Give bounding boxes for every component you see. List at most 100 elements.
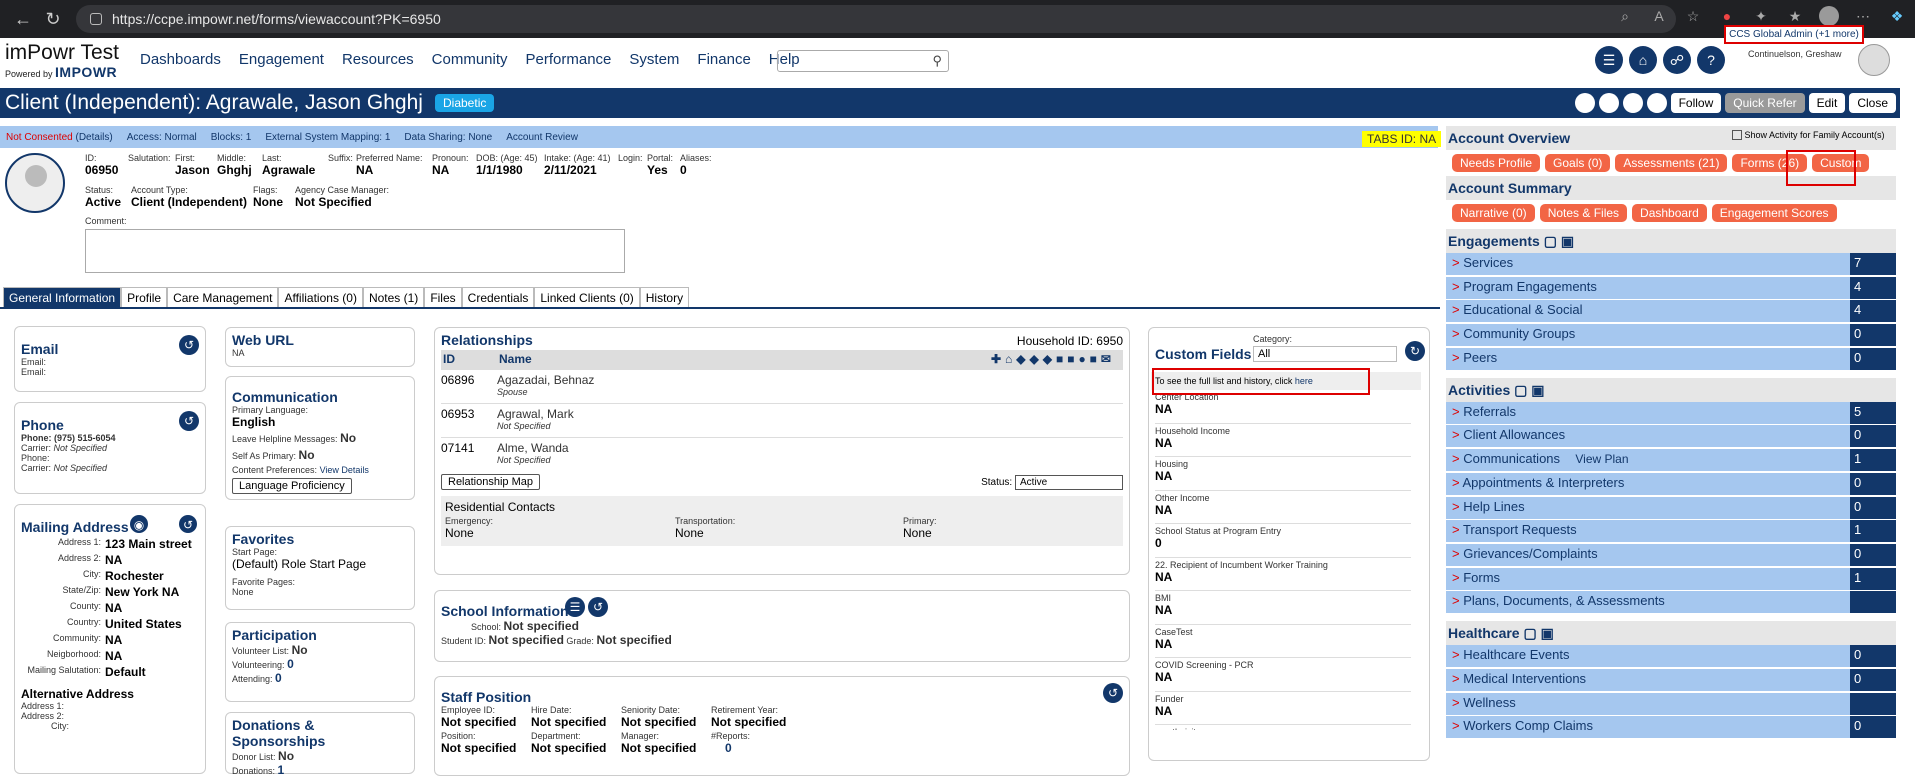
mapping-link[interactable]: External System Mapping: 1	[265, 132, 390, 143]
list-item[interactable]: Workers Comp Claims0	[1446, 716, 1896, 739]
diabetic-badge[interactable]: Diabetic	[435, 94, 495, 112]
list-item[interactable]: Transport Requests1	[1446, 520, 1896, 543]
pill-engagement-scores[interactable]: Engagement Scores	[1711, 204, 1837, 222]
list-item-label[interactable]: Referrals	[1446, 402, 1850, 424]
list-item[interactable]: Forms1	[1446, 567, 1896, 590]
expand-icon[interactable]: ▢	[1544, 233, 1557, 249]
list-item-label[interactable]: Healthcare Events	[1446, 645, 1850, 667]
client-avatar[interactable]	[5, 153, 65, 213]
list-item-label[interactable]: Community Groups	[1446, 324, 1850, 346]
expand-icon[interactable]: ▢	[1523, 625, 1536, 641]
read-aloud-icon[interactable]: A	[1649, 6, 1669, 26]
attending-value[interactable]: 0	[275, 671, 282, 685]
tab-history[interactable]: History	[639, 287, 690, 309]
tab-profile[interactable]: Profile	[121, 287, 168, 309]
edit-button[interactable]: Edit	[1808, 93, 1846, 113]
rel-name[interactable]: Alme, Wanda	[497, 441, 569, 455]
rel-action-icons[interactable]: ✚⌂◆◆◆■■●■✉	[991, 352, 1115, 366]
share-icon[interactable]: ☍	[1663, 46, 1691, 74]
menu-system[interactable]: System	[629, 51, 679, 68]
rel-status-select[interactable]: Active	[1015, 474, 1123, 490]
list-item[interactable]: Community Groups0	[1446, 324, 1896, 347]
blocks-link[interactable]: Blocks: 1	[211, 132, 252, 143]
list-icon[interactable]: ☰	[1595, 46, 1623, 74]
volunteering-value[interactable]: 0	[287, 657, 294, 671]
close-button[interactable]: Close	[1849, 93, 1896, 113]
list-item[interactable]: Help Lines0	[1446, 496, 1896, 519]
list-item-label[interactable]: Grievances/Complaints	[1446, 544, 1850, 566]
list-item-label[interactable]: Plans, Documents, & Assessments	[1446, 591, 1850, 613]
follow-button[interactable]: Follow	[1670, 93, 1722, 113]
expand-icon[interactable]: ▢	[1514, 382, 1527, 398]
rel-name[interactable]: Agazadai, Behnaz	[497, 373, 594, 387]
back-icon[interactable]: ←	[8, 9, 38, 30]
user-avatar[interactable]	[1858, 44, 1890, 76]
list-item-label[interactable]: Services	[1446, 253, 1850, 275]
table-row[interactable]: 06953 Agrawal, Mark Not Specified	[441, 404, 1123, 438]
chat-icon[interactable]	[1598, 93, 1619, 113]
relationship-map-button[interactable]: Relationship Map	[441, 474, 540, 490]
list-item-label[interactable]: Forms	[1446, 568, 1850, 590]
logo[interactable]: imPowr Test Powered by IMPOWR	[5, 42, 130, 81]
print-icon[interactable]	[1646, 93, 1667, 113]
list-item[interactable]: Peers0	[1446, 347, 1896, 370]
more-icon[interactable]: ⋯	[1853, 6, 1873, 26]
comment-field[interactable]	[85, 229, 625, 273]
tab-notes-[interactable]: Notes (1)	[362, 287, 425, 309]
history-icon[interactable]: ↺	[179, 335, 199, 355]
list-item[interactable]: Referrals5	[1446, 401, 1896, 424]
menu-community[interactable]: Community	[432, 51, 508, 68]
list-item-label[interactable]: Communications View Plan	[1446, 449, 1850, 471]
table-row[interactable]: 06896 Agazadai, Behnaz Spouse	[441, 370, 1123, 404]
menu-performance[interactable]: Performance	[526, 51, 612, 68]
pill-assessments-[interactable]: Assessments (21)	[1615, 154, 1728, 172]
puzzle-icon[interactable]: ✦	[1751, 6, 1771, 26]
sharing-link[interactable]: Data Sharing: None	[404, 132, 492, 143]
reload-icon[interactable]: ↻	[38, 9, 68, 30]
refresh-icon[interactable]: ↻	[1405, 341, 1425, 361]
list-item-label[interactable]: Help Lines	[1446, 497, 1850, 519]
tab-credentials[interactable]: Credentials	[461, 287, 535, 309]
rel-name[interactable]: Agrawal, Mark	[497, 407, 574, 421]
search-icon[interactable]: ⚲	[932, 53, 942, 69]
tab-general-information[interactable]: General Information	[3, 287, 122, 309]
zoom-icon[interactable]: ⌕	[1615, 6, 1635, 26]
list-item-label[interactable]: Client Allowances	[1446, 425, 1850, 447]
collapse-icon[interactable]: ▣	[1541, 625, 1554, 641]
list-item-label[interactable]: Educational & Social	[1446, 300, 1850, 322]
location-icon[interactable]: ◉	[130, 515, 148, 533]
extension-icon[interactable]: ●	[1717, 6, 1737, 26]
history-icon[interactable]: ↺	[179, 515, 197, 533]
profile-icon[interactable]	[1819, 6, 1839, 26]
history-icon[interactable]: ↺	[179, 411, 199, 431]
list-item-label[interactable]: Peers	[1446, 348, 1850, 370]
list-item-label[interactable]: Wellness	[1446, 693, 1850, 715]
menu-resources[interactable]: Resources	[342, 51, 414, 68]
view-details-link[interactable]: View Details	[320, 465, 369, 475]
list-item[interactable]: Healthcare Events0	[1446, 645, 1896, 668]
copilot-icon[interactable]: ❖	[1887, 6, 1907, 26]
list-item-label[interactable]: Medical Interventions	[1446, 669, 1850, 691]
tab-files[interactable]: Files	[424, 287, 462, 309]
list-item[interactable]: Educational & Social4	[1446, 300, 1896, 323]
category-select[interactable]: All	[1253, 346, 1397, 362]
site-info-icon[interactable]	[90, 13, 102, 25]
tab-linked-clients-[interactable]: Linked Clients (0)	[534, 287, 640, 309]
role-link[interactable]: CCS Global Admin (+1 more)	[1724, 25, 1864, 44]
list-item[interactable]: Appointments & Interpreters0	[1446, 472, 1896, 495]
home-icon[interactable]: ⌂	[1629, 46, 1657, 74]
history-icon[interactable]: ↺	[588, 597, 608, 617]
menu-finance[interactable]: Finance	[697, 51, 750, 68]
list-icon[interactable]: ☰	[565, 597, 585, 617]
pill-needs-profile[interactable]: Needs Profile	[1452, 154, 1541, 172]
family-checkbox[interactable]	[1732, 130, 1742, 140]
list-item[interactable]: Services7	[1446, 253, 1896, 275]
collapse-icon[interactable]: ▣	[1561, 233, 1574, 249]
view-plan-link[interactable]: View Plan	[1560, 452, 1628, 466]
list-item[interactable]: Client Allowances0	[1446, 425, 1896, 448]
menu-engagement[interactable]: Engagement	[239, 51, 324, 68]
list-item[interactable]: Medical Interventions0	[1446, 668, 1896, 691]
list-item[interactable]: Communications View Plan1	[1446, 449, 1896, 472]
collapse-icon[interactable]: ▣	[1531, 382, 1544, 398]
list-item-label[interactable]: Workers Comp Claims	[1446, 716, 1850, 738]
